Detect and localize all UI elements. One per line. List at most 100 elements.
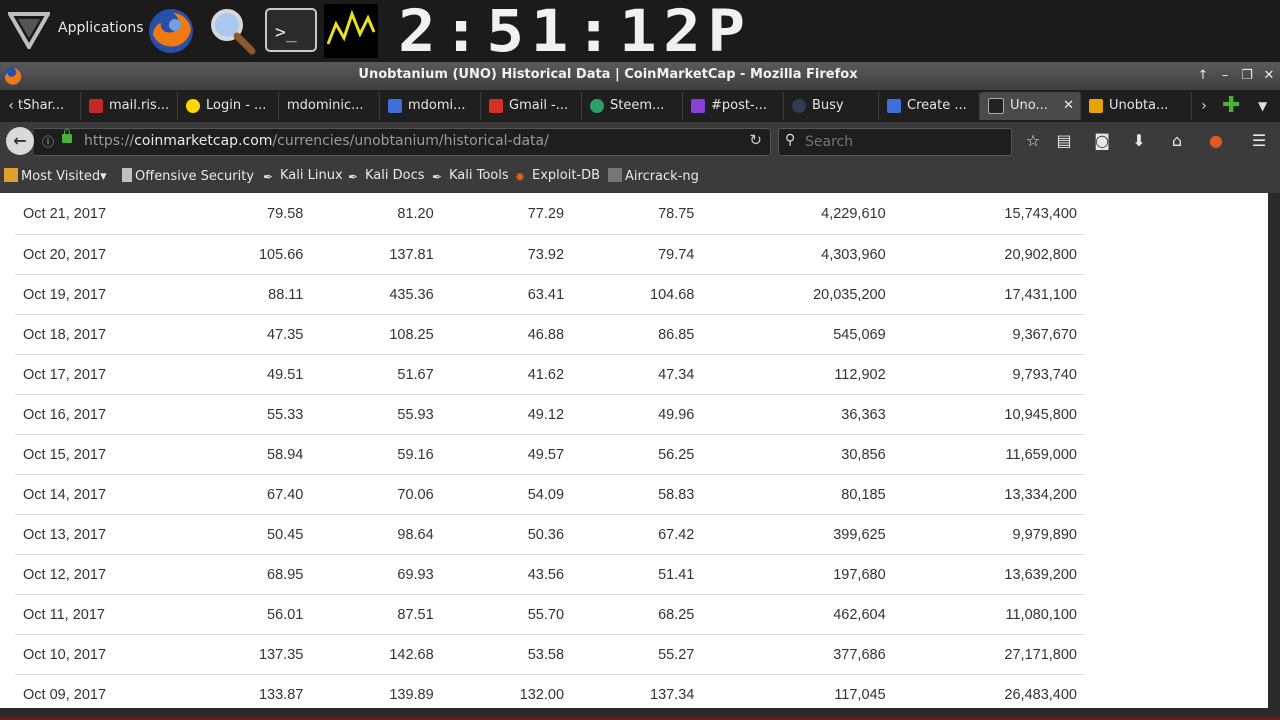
pocket-icon[interactable]: ◙ [1091, 130, 1113, 152]
search-bar[interactable]: ⚲ [778, 128, 1012, 156]
firefox-launcher-icon[interactable] [145, 5, 197, 57]
tab-create[interactable]: Create ... [879, 92, 980, 120]
tab-list-chevron-down-icon[interactable]: ▼ [1258, 90, 1267, 122]
cell-open: 55.33 [181, 394, 312, 435]
search-input[interactable] [803, 132, 1007, 152]
tab-favicon-icon [388, 98, 402, 113]
tab-unobtanium-active[interactable]: Uno... ✕ [980, 92, 1081, 120]
site-info-icon[interactable]: ⓘ [42, 133, 54, 150]
tab-label: Uno... [1010, 98, 1048, 113]
cell-date: Oct 10, 2017 [15, 634, 181, 675]
cell-date: Oct 16, 2017 [15, 394, 181, 435]
bookmark-kali-tools[interactable]: ✒ Kali Tools [432, 168, 509, 184]
tab-label: Busy [812, 98, 844, 113]
cell-close: 86.85 [572, 314, 703, 355]
cell-date: Oct 19, 2017 [15, 274, 181, 315]
tab-unobtanium[interactable]: Unobta... [1081, 92, 1192, 120]
cell-open: 79.58 [181, 193, 312, 235]
url-path: /currencies/unobtanium/historical-data/ [272, 133, 549, 149]
cell-high: 98.64 [311, 514, 442, 555]
window-maximize-icon[interactable]: ❐ [1238, 67, 1256, 85]
tab-mdomi[interactable]: mdomi... [380, 92, 481, 120]
cell-open: 56.01 [181, 594, 312, 635]
cell-low: 53.58 [441, 634, 573, 675]
bookmark-kali-linux[interactable]: ✒ Kali Linux [263, 168, 343, 184]
window-title: Unobtanium (UNO) Historical Data | CoinM… [358, 67, 858, 82]
table-row: Oct 17, 2017 49.51 51.67 41.62 47.34 112,902 9… [15, 354, 1085, 395]
cell-close: 49.96 [572, 394, 703, 435]
svg-text:>_: >_ [275, 22, 297, 43]
cell-high: 70.06 [311, 474, 442, 515]
tab-login[interactable]: Login - ... [178, 92, 279, 120]
cell-date: Oct 17, 2017 [15, 354, 181, 395]
cell-high: 51.67 [311, 354, 442, 395]
cell-date: Oct 09, 2017 [15, 674, 181, 708]
cell-low: 73.92 [441, 234, 573, 275]
terminal-launcher-icon[interactable]: >_ [265, 8, 317, 52]
cell-date: Oct 11, 2017 [15, 594, 181, 635]
tab-favicon-icon [489, 98, 503, 113]
historical-data-table: Oct 21, 2017 79.58 81.20 77.29 78.75 4,229,61… [15, 193, 1085, 708]
reload-icon[interactable]: ↻ [749, 131, 762, 149]
cell-market-cap: 10,945,800 [893, 394, 1085, 435]
bookmark-label: Most Visited▾ [21, 169, 107, 184]
tab-post[interactable]: #post-... [683, 92, 784, 120]
reading-list-icon[interactable]: ▤ [1053, 130, 1075, 152]
cell-low: 49.12 [441, 394, 573, 435]
bookmark-most-visited[interactable]: Most Visited▾ [4, 168, 107, 184]
url-bar[interactable]: ⓘ https://coinmarketcap.com/currencies/u… [34, 128, 771, 156]
cell-open: 47.35 [181, 314, 312, 355]
tab-steem[interactable]: Steem... [582, 92, 683, 120]
window-close-icon[interactable]: ✕ [1260, 67, 1278, 85]
bookmark-star-icon[interactable]: ☆ [1022, 130, 1044, 152]
tab-mail[interactable]: mail.ris... [81, 92, 178, 120]
search-icon: ⚲ [785, 132, 796, 148]
cell-market-cap: 9,979,890 [893, 514, 1085, 555]
new-tab-plus-icon[interactable]: ✚ [1222, 94, 1240, 118]
vertical-scrollbar[interactable] [1268, 193, 1280, 708]
bookmark-kali-docs[interactable]: ✒ Kali Docs [348, 168, 425, 184]
window-minimize-icon[interactable]: – [1216, 67, 1234, 85]
cell-open: 68.95 [181, 554, 312, 595]
home-icon[interactable]: ⌂ [1166, 130, 1188, 152]
bookmark-offensive-security[interactable]: Offensive Security [122, 168, 254, 184]
table-row: Oct 11, 2017 56.01 87.51 55.70 68.25 462,604 1… [15, 594, 1085, 635]
cell-volume: 197,680 [702, 554, 894, 595]
tab-favicon-icon [988, 97, 1004, 114]
tab-close-icon[interactable]: ✕ [1063, 92, 1074, 120]
back-button[interactable]: ← [6, 127, 34, 155]
kali-dragon-icon: ✒ [348, 170, 359, 184]
tab-gmail[interactable]: Gmail -... [481, 92, 582, 120]
cell-high: 81.20 [311, 193, 442, 235]
applications-menu[interactable]: Applications [58, 20, 144, 36]
tab-scroll-right-icon[interactable]: › [1195, 90, 1213, 122]
tab-busy[interactable]: Busy [784, 92, 879, 120]
hamburger-menu-icon[interactable]: ☰ [1248, 130, 1270, 152]
window-keep-above-icon[interactable]: ↑ [1194, 67, 1212, 85]
tab-label: Login - ... [206, 98, 267, 113]
cell-close: 55.27 [572, 634, 703, 675]
table-row: Oct 10, 2017 137.35 142.68 53.58 55.27 377,68… [15, 634, 1085, 675]
bookmark-aircrack[interactable]: Aircrack-ng [608, 168, 699, 184]
cell-volume: 117,045 [702, 674, 894, 708]
cell-low: 132.00 [441, 674, 573, 708]
cell-open: 58.94 [181, 434, 312, 475]
cell-market-cap: 15,743,400 [893, 193, 1085, 235]
cell-open: 49.51 [181, 354, 312, 395]
cell-volume: 4,303,960 [702, 234, 894, 275]
window-titlebar[interactable]: Unobtanium (UNO) Historical Data | CoinM… [0, 62, 1280, 90]
page-content: Oct 21, 2017 79.58 81.20 77.29 78.75 4,229,61… [0, 193, 1268, 708]
cell-close: 79.74 [572, 234, 703, 275]
download-icon[interactable]: ⬇ [1128, 130, 1150, 152]
cell-close: 67.42 [572, 514, 703, 555]
tab-tshare[interactable]: tShar... [18, 92, 81, 120]
lock-icon [62, 129, 72, 143]
cell-market-cap: 17,431,100 [893, 274, 1085, 315]
kali-menu-icon[interactable] [8, 11, 50, 49]
tab-label: #post-... [711, 98, 768, 113]
tab-mdominic[interactable]: mdominic... [279, 92, 380, 120]
duckduckgo-extension-icon[interactable]: ● [1205, 130, 1227, 152]
url-text[interactable]: https://coinmarketcap.com/currencies/uno… [84, 133, 549, 149]
bookmark-exploit-db[interactable]: ✹ Exploit-DB [515, 168, 600, 184]
search-launcher-icon[interactable] [206, 5, 258, 57]
